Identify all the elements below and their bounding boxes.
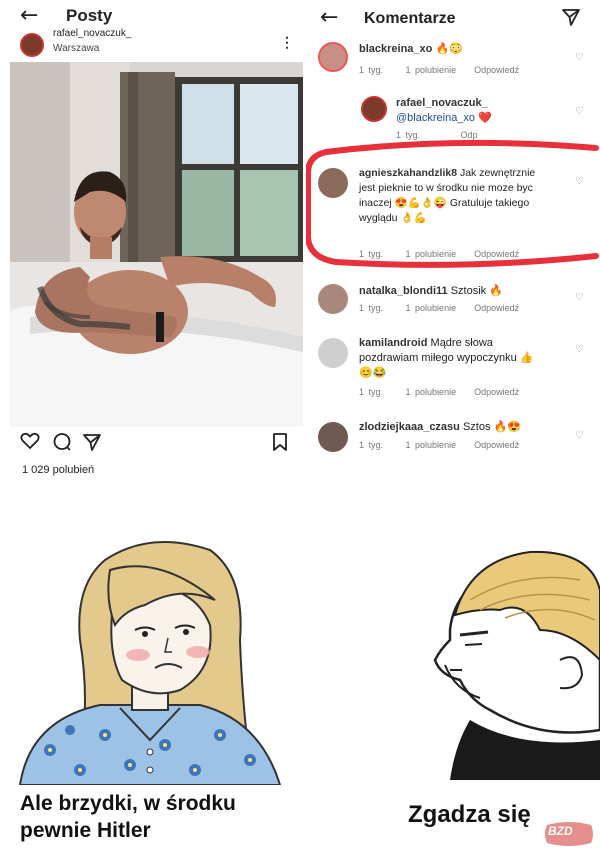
- avatar[interactable]: [318, 284, 348, 314]
- caption-line-1: Ale brzydki, w środku: [20, 792, 236, 815]
- post-location[interactable]: Warszawa: [53, 43, 99, 54]
- back-arrow-icon[interactable]: ←: [320, 5, 338, 30]
- comment-username[interactable]: kamilandroid: [359, 337, 427, 349]
- comment-likes[interactable]: 1 polubienie: [406, 440, 457, 450]
- posts-topbar: ← Posty: [0, 0, 305, 34]
- more-options-icon[interactable]: ⋮: [280, 34, 294, 51]
- likes-count[interactable]: 1 029 polubień: [22, 464, 94, 476]
- comment-username[interactable]: zlodziejkaaa_czasu: [359, 421, 460, 433]
- watermark-text: BZD: [548, 824, 573, 838]
- red-highlight-oval: [306, 139, 599, 268]
- comment-item: natalka_blondi11 Sztosik 🔥 1 tyg. 1 polu…: [306, 282, 600, 322]
- comment-like-heart-icon[interactable]: ♡: [575, 430, 584, 441]
- share-send-icon[interactable]: [82, 432, 102, 457]
- page-title: Komentarze: [364, 10, 456, 27]
- avatar[interactable]: [361, 96, 387, 122]
- post-header: rafael_novaczuk_ Warszawa ⋮: [0, 28, 305, 60]
- reply-button[interactable]: Odpowiedź: [474, 387, 519, 397]
- like-heart-icon[interactable]: [20, 432, 40, 455]
- post-actions: [0, 430, 305, 460]
- comment-time: 1 tyg.: [359, 440, 384, 450]
- yes-chad-drawing: [433, 550, 600, 780]
- reply-button[interactable]: Odpowiedź: [474, 65, 519, 75]
- comment-item: kamilandroid Mądre słowa pozdrawiam miłe…: [306, 334, 600, 404]
- comment-time: 1 tyg.: [359, 65, 384, 75]
- post-username[interactable]: rafael_novaczuk_: [53, 28, 131, 39]
- posts-screen: ← Posty rafael_novaczuk_ Warszawa ⋮ 1 02…: [0, 0, 305, 490]
- comment-username[interactable]: rafael_novaczuk_: [396, 96, 566, 111]
- back-arrow-icon[interactable]: ←: [20, 3, 38, 28]
- comment-text: Sztos 🔥😍: [462, 421, 521, 433]
- page-title: Posty: [66, 6, 113, 25]
- comment-like-heart-icon[interactable]: ♡: [575, 106, 584, 117]
- post-photo-illustration: [10, 62, 303, 427]
- comment-reply-item: rafael_novaczuk_ @blackreina_xo ❤️ 1 tyg…: [306, 94, 600, 140]
- reply-button[interactable]: Odpowiedź: [474, 303, 519, 313]
- comments-screen: ← Komentarze blackreina_xo 🔥😳 1 tyg. 1 p…: [306, 0, 600, 490]
- reply-button[interactable]: Odpowiedź: [474, 440, 519, 450]
- caption-line-2: pewnie Hitler: [20, 819, 151, 842]
- comment-likes[interactable]: 1 polubienie: [406, 387, 457, 397]
- comment-time: 1 tyg.: [359, 387, 384, 397]
- comment-time: 1 tyg.: [359, 303, 384, 313]
- comment-like-heart-icon[interactable]: ♡: [575, 52, 584, 63]
- comment-username[interactable]: natalka_blondi11: [359, 285, 448, 297]
- comment-like-heart-icon[interactable]: ♡: [575, 344, 584, 355]
- comment-like-heart-icon[interactable]: ♡: [575, 292, 584, 303]
- comment-likes[interactable]: 1 polubienie: [406, 65, 457, 75]
- comment-text: 🔥😳: [435, 43, 463, 55]
- avatar[interactable]: [20, 33, 44, 57]
- right-meme-caption: Zgadza się: [408, 801, 531, 828]
- default-avatar[interactable]: [318, 338, 348, 368]
- bookmark-icon[interactable]: [272, 432, 288, 457]
- avatar[interactable]: [318, 422, 348, 452]
- comment-likes[interactable]: 1 polubienie: [406, 303, 457, 313]
- comment-item: blackreina_xo 🔥😳 1 tyg. 1 polubienie Odp…: [306, 40, 600, 86]
- left-meme-caption: Ale brzydki, w środku pewnie Hitler: [20, 790, 300, 844]
- comment-item: zlodziejkaaa_czasu Sztos 🔥😍 1 tyg. 1 pol…: [306, 418, 600, 458]
- direct-send-icon[interactable]: [562, 8, 580, 31]
- avatar[interactable]: [318, 42, 348, 72]
- doomer-girl-drawing: [18, 541, 282, 785]
- comment-bubble-icon[interactable]: [52, 432, 72, 457]
- post-photo[interactable]: [10, 62, 303, 427]
- comment-username[interactable]: blackreina_xo: [359, 43, 432, 55]
- comment-text: Sztosik 🔥: [450, 285, 503, 297]
- comment-mention-text[interactable]: @blackreina_xo ❤️: [396, 111, 566, 126]
